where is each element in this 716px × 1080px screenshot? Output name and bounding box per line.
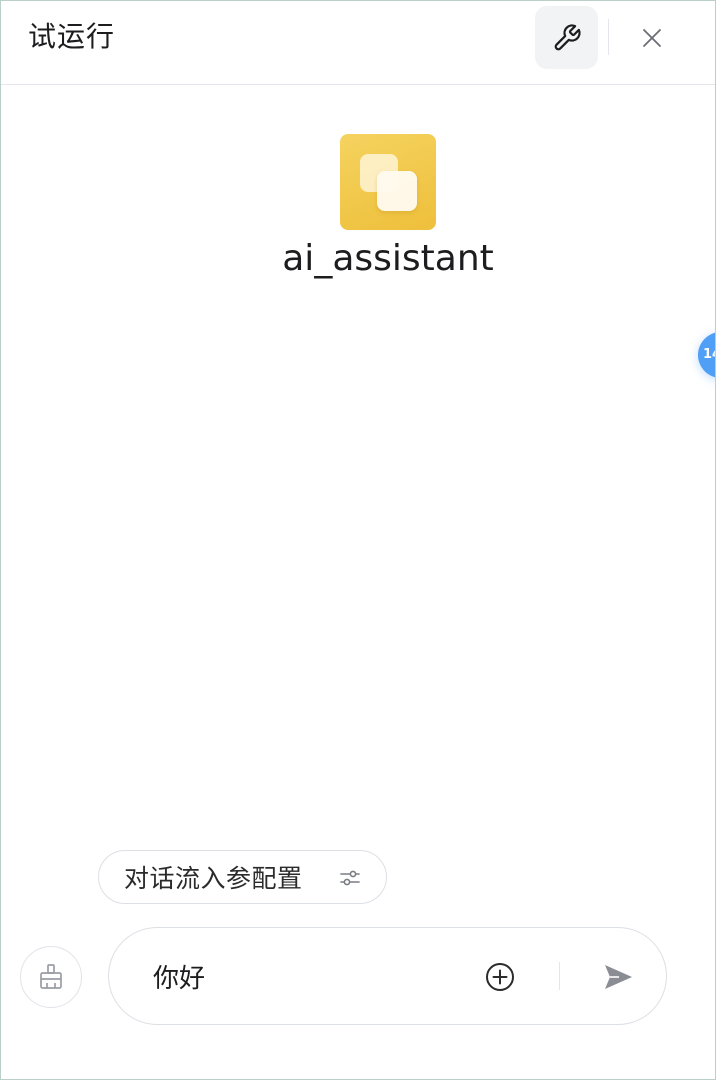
panel-header: 试运行 bbox=[1, 1, 715, 85]
close-icon bbox=[643, 29, 661, 47]
broom-icon bbox=[40, 964, 62, 989]
close-button[interactable] bbox=[631, 17, 673, 59]
layered-squares-front bbox=[377, 171, 417, 211]
add-attachment-button[interactable] bbox=[483, 960, 517, 994]
message-input[interactable] bbox=[153, 954, 453, 998]
sliders-icon bbox=[340, 870, 360, 886]
message-composer bbox=[108, 927, 667, 1025]
flow-input-params-button[interactable]: 对话流入参配置 bbox=[98, 850, 387, 904]
flow-input-params-label: 对话流入参配置 bbox=[124, 864, 303, 893]
composer-divider bbox=[559, 962, 560, 990]
debug-tool-button[interactable] bbox=[535, 6, 598, 69]
send-icon bbox=[605, 965, 632, 989]
plus-circle-icon bbox=[486, 963, 514, 991]
test-run-panel: 试运行 ai_assistant 14 对话流入参配置 bbox=[0, 0, 716, 1080]
header-divider bbox=[608, 19, 609, 55]
send-button[interactable] bbox=[600, 959, 636, 995]
wrench-icon bbox=[554, 23, 581, 50]
floating-side-badge[interactable]: 14 bbox=[698, 332, 715, 378]
clear-conversation-button[interactable] bbox=[20, 946, 82, 1008]
panel-title: 试运行 bbox=[28, 20, 116, 53]
bot-name: ai_assistant bbox=[282, 238, 494, 279]
bot-avatar bbox=[340, 134, 436, 230]
